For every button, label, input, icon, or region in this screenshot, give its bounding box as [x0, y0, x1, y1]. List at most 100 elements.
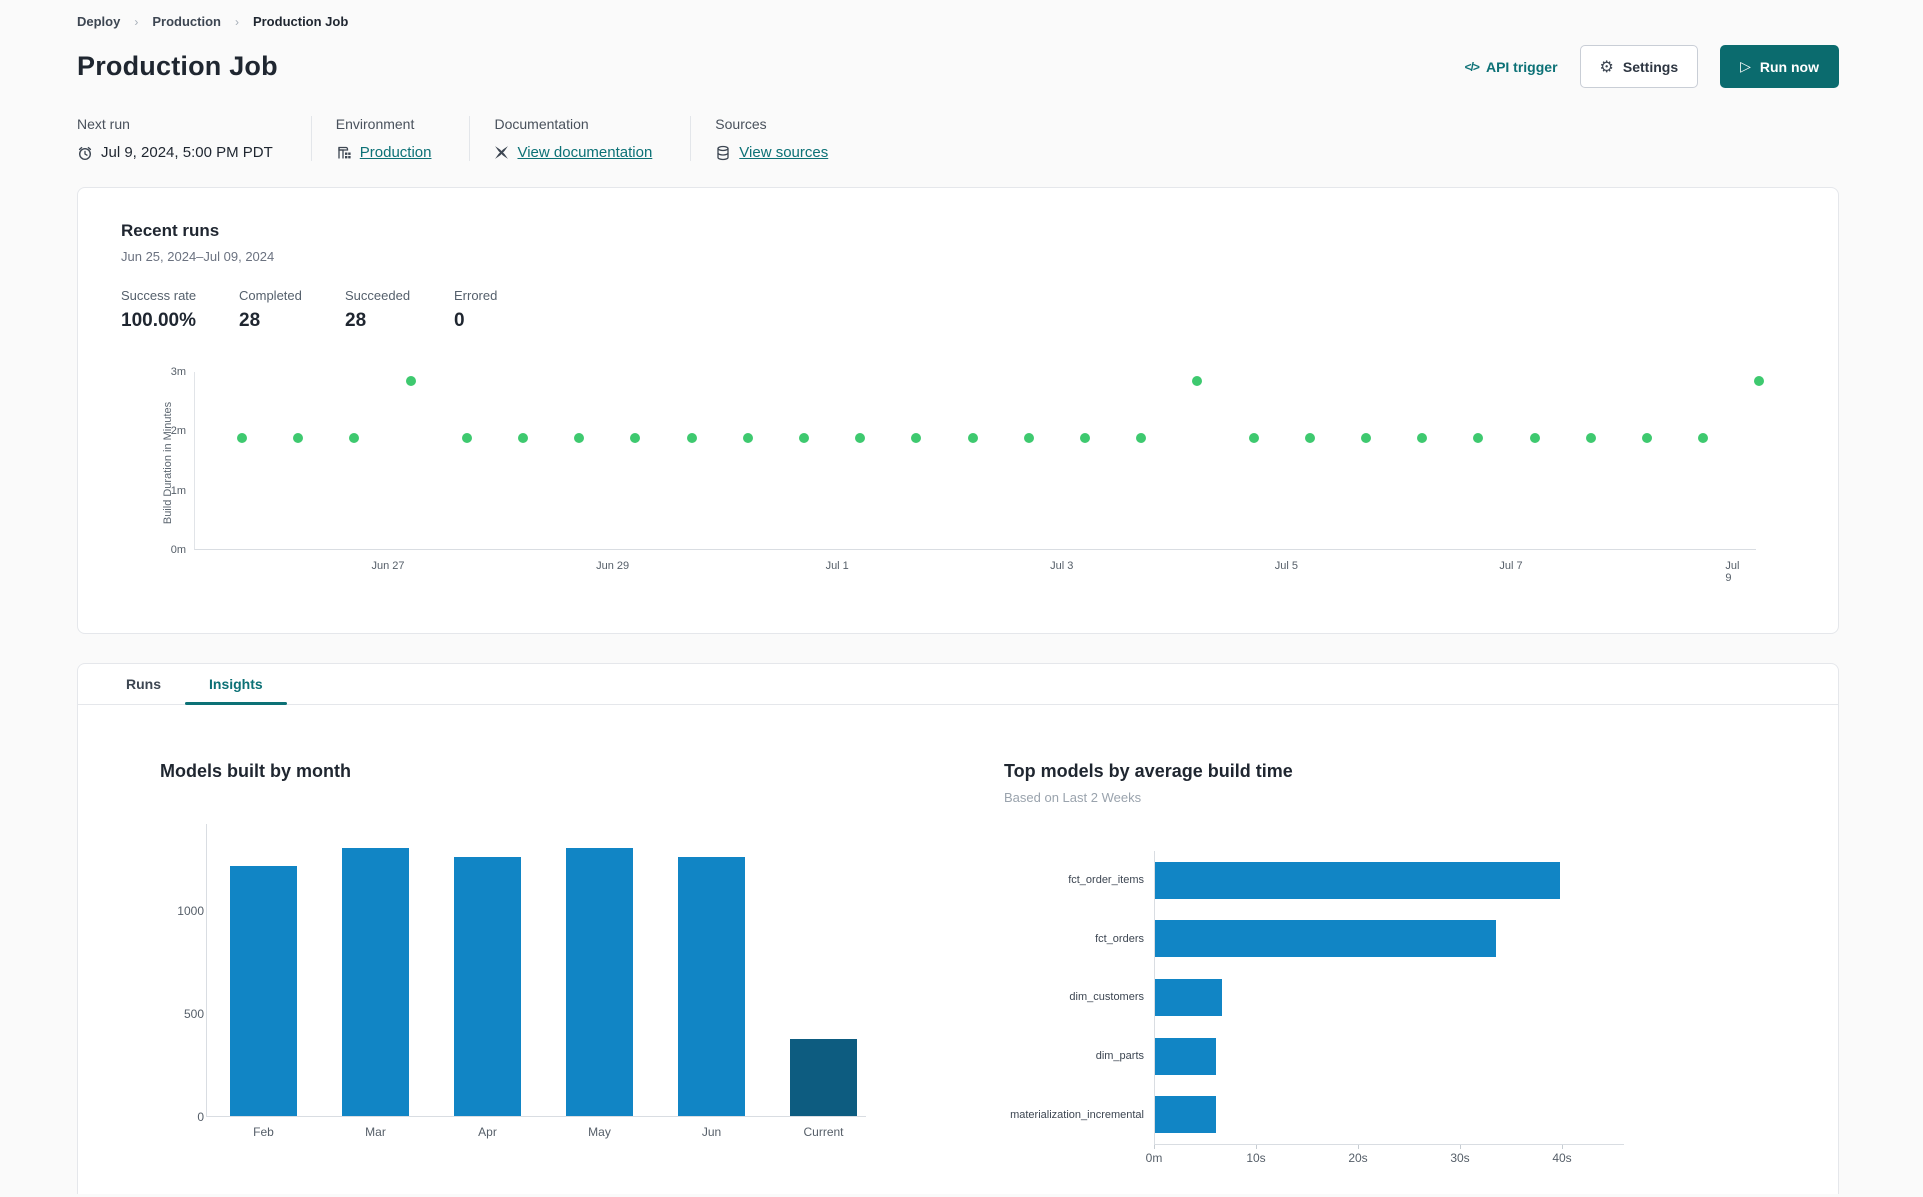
month-bar[interactable] [230, 866, 297, 1116]
run-dot[interactable] [630, 433, 641, 444]
breadcrumb-deploy[interactable]: Deploy [77, 14, 120, 29]
bar-y-tick: 500 [183, 1006, 204, 1021]
month-bar[interactable] [678, 857, 745, 1116]
scatter-x-tick: Jul 3 [1050, 560, 1074, 572]
view-sources-link[interactable]: View sources [739, 144, 828, 161]
run-dot[interactable] [518, 433, 528, 444]
run-dot[interactable] [1248, 433, 1259, 444]
run-now-button[interactable]: ▷ Run now [1720, 45, 1839, 88]
environment-link[interactable]: Production [360, 144, 432, 161]
play-icon: ▷ [1740, 58, 1751, 75]
scatter-y-tick: 1m [170, 484, 186, 497]
run-dot[interactable] [1585, 433, 1596, 444]
run-dot[interactable] [967, 433, 978, 444]
api-trigger-link[interactable]: </> API trigger [1465, 59, 1558, 75]
run-dot[interactable] [461, 433, 472, 444]
month-bar[interactable] [790, 1038, 857, 1116]
hbar-model-label: materialization_incremental [1010, 1108, 1144, 1121]
run-dot[interactable] [1023, 433, 1034, 444]
run-dot[interactable] [911, 433, 922, 444]
view-documentation-link[interactable]: View documentation [517, 144, 652, 161]
hbar-x-axis: 0m 10s 20s 30s 40s [1146, 1143, 1624, 1166]
insights-content: Models built by month 0 500 1000 Feb Mar Apr M… [78, 705, 1838, 1166]
production-job-page: Deploy › Production › Production Job Pro… [0, 0, 1923, 1194]
tab-runs[interactable]: Runs [102, 664, 185, 704]
bar-x-tick: Mar [365, 1125, 386, 1139]
bar-x-tick: Feb [253, 1125, 274, 1139]
build-time-bar[interactable] [1155, 1037, 1217, 1075]
meta-label: Environment [335, 116, 415, 132]
run-dot[interactable] [1361, 433, 1371, 444]
bar-y-tick: 1000 [177, 903, 204, 918]
recent-runs-card: Recent runs Jun 25, 2024–Jul 09, 2024 Su… [77, 187, 1839, 634]
stat-errored: Errored 0 [454, 288, 497, 332]
scatter-x-tick: Jul 9 [1725, 560, 1740, 584]
scatter-x-tick: Jun 27 [371, 560, 405, 572]
run-dot[interactable] [1192, 375, 1203, 386]
build-time-bar[interactable] [1155, 1096, 1217, 1134]
scatter-y-axis-label: Build Duration in Minutes [162, 401, 175, 525]
build-time-bar[interactable] [1155, 861, 1560, 899]
run-dot[interactable] [349, 433, 360, 444]
month-bar[interactable] [342, 847, 409, 1116]
database-icon [717, 145, 729, 160]
bar-x-tick: May [588, 1125, 611, 1139]
environment-icon [338, 146, 351, 158]
run-dot[interactable] [855, 433, 866, 444]
top-models-chart: Top models by average build time Based o… [1004, 761, 1624, 1166]
dbt-logo-icon [495, 146, 509, 159]
hbar-x-tick: 0m [1145, 1150, 1163, 1165]
tab-insights[interactable]: Insights [185, 664, 287, 705]
stat-value: 100.00% [121, 310, 197, 331]
recent-runs-title: Recent runs [121, 221, 220, 240]
runs-insights-card: Runs Insights Models built by month 0 500… [77, 663, 1839, 1194]
clock-icon [78, 146, 92, 160]
run-dot[interactable] [405, 375, 416, 386]
run-dot[interactable] [1417, 433, 1428, 444]
hbar-tick-mark [1358, 1144, 1359, 1149]
run-dot[interactable] [574, 433, 585, 444]
run-dot[interactable] [1754, 375, 1765, 386]
divider [469, 116, 471, 161]
hbar-tick-mark [1256, 1144, 1257, 1149]
run-dot[interactable] [1136, 433, 1147, 444]
api-trigger-label: API trigger [1485, 58, 1558, 75]
hbar-x-tick: 30s [1450, 1150, 1470, 1165]
month-bar[interactable] [566, 847, 633, 1116]
run-dot[interactable] [237, 433, 247, 444]
run-dot[interactable] [1473, 433, 1484, 444]
run-dot[interactable] [1698, 433, 1709, 444]
run-dot[interactable] [1304, 433, 1315, 444]
run-dot[interactable] [799, 433, 809, 444]
scatter-y-tick: 2m [170, 425, 186, 438]
hbar-row: dim_customers [1004, 968, 1624, 1027]
page-title: Production Job [77, 51, 278, 81]
hbar-track [1154, 851, 1624, 910]
hbar-rows: fct_order_items fct_orders dim_customers di… [1004, 851, 1624, 1144]
run-dot[interactable] [686, 433, 697, 444]
bar-x-tick: Jun [701, 1125, 722, 1139]
next-run-value: Jul 9, 2024, 5:00 PM PDT [101, 144, 273, 161]
bar-y-tick: 0 [197, 1110, 204, 1124]
breadcrumb-production[interactable]: Production [152, 14, 221, 29]
run-dot[interactable] [1642, 433, 1652, 444]
settings-label: Settings [1622, 58, 1679, 75]
stat-value: 0 [454, 310, 465, 331]
stat-label: Errored [454, 288, 498, 303]
job-meta-row: Next run Jul 9, 2024, 5:00 PM PDT Enviro… [77, 116, 1839, 161]
run-dot[interactable] [293, 433, 304, 444]
run-dot[interactable] [1529, 433, 1540, 444]
hbar-model-label: dim_customers [1069, 991, 1144, 1004]
month-bar[interactable] [454, 857, 521, 1116]
hbar-track [1154, 1026, 1624, 1086]
settings-button[interactable]: ⚙ Settings [1579, 45, 1699, 88]
run-now-label: Run now [1759, 58, 1819, 75]
run-dot[interactable] [1080, 433, 1090, 444]
hbar-x-tick: 10s [1246, 1150, 1266, 1165]
stat-value: 28 [239, 310, 261, 331]
run-dot[interactable] [742, 433, 753, 444]
build-time-bar[interactable] [1155, 920, 1496, 958]
build-time-bar[interactable] [1155, 978, 1223, 1016]
code-icon: </> [1464, 59, 1480, 74]
hbar-model-label: fct_orders [1095, 932, 1144, 945]
